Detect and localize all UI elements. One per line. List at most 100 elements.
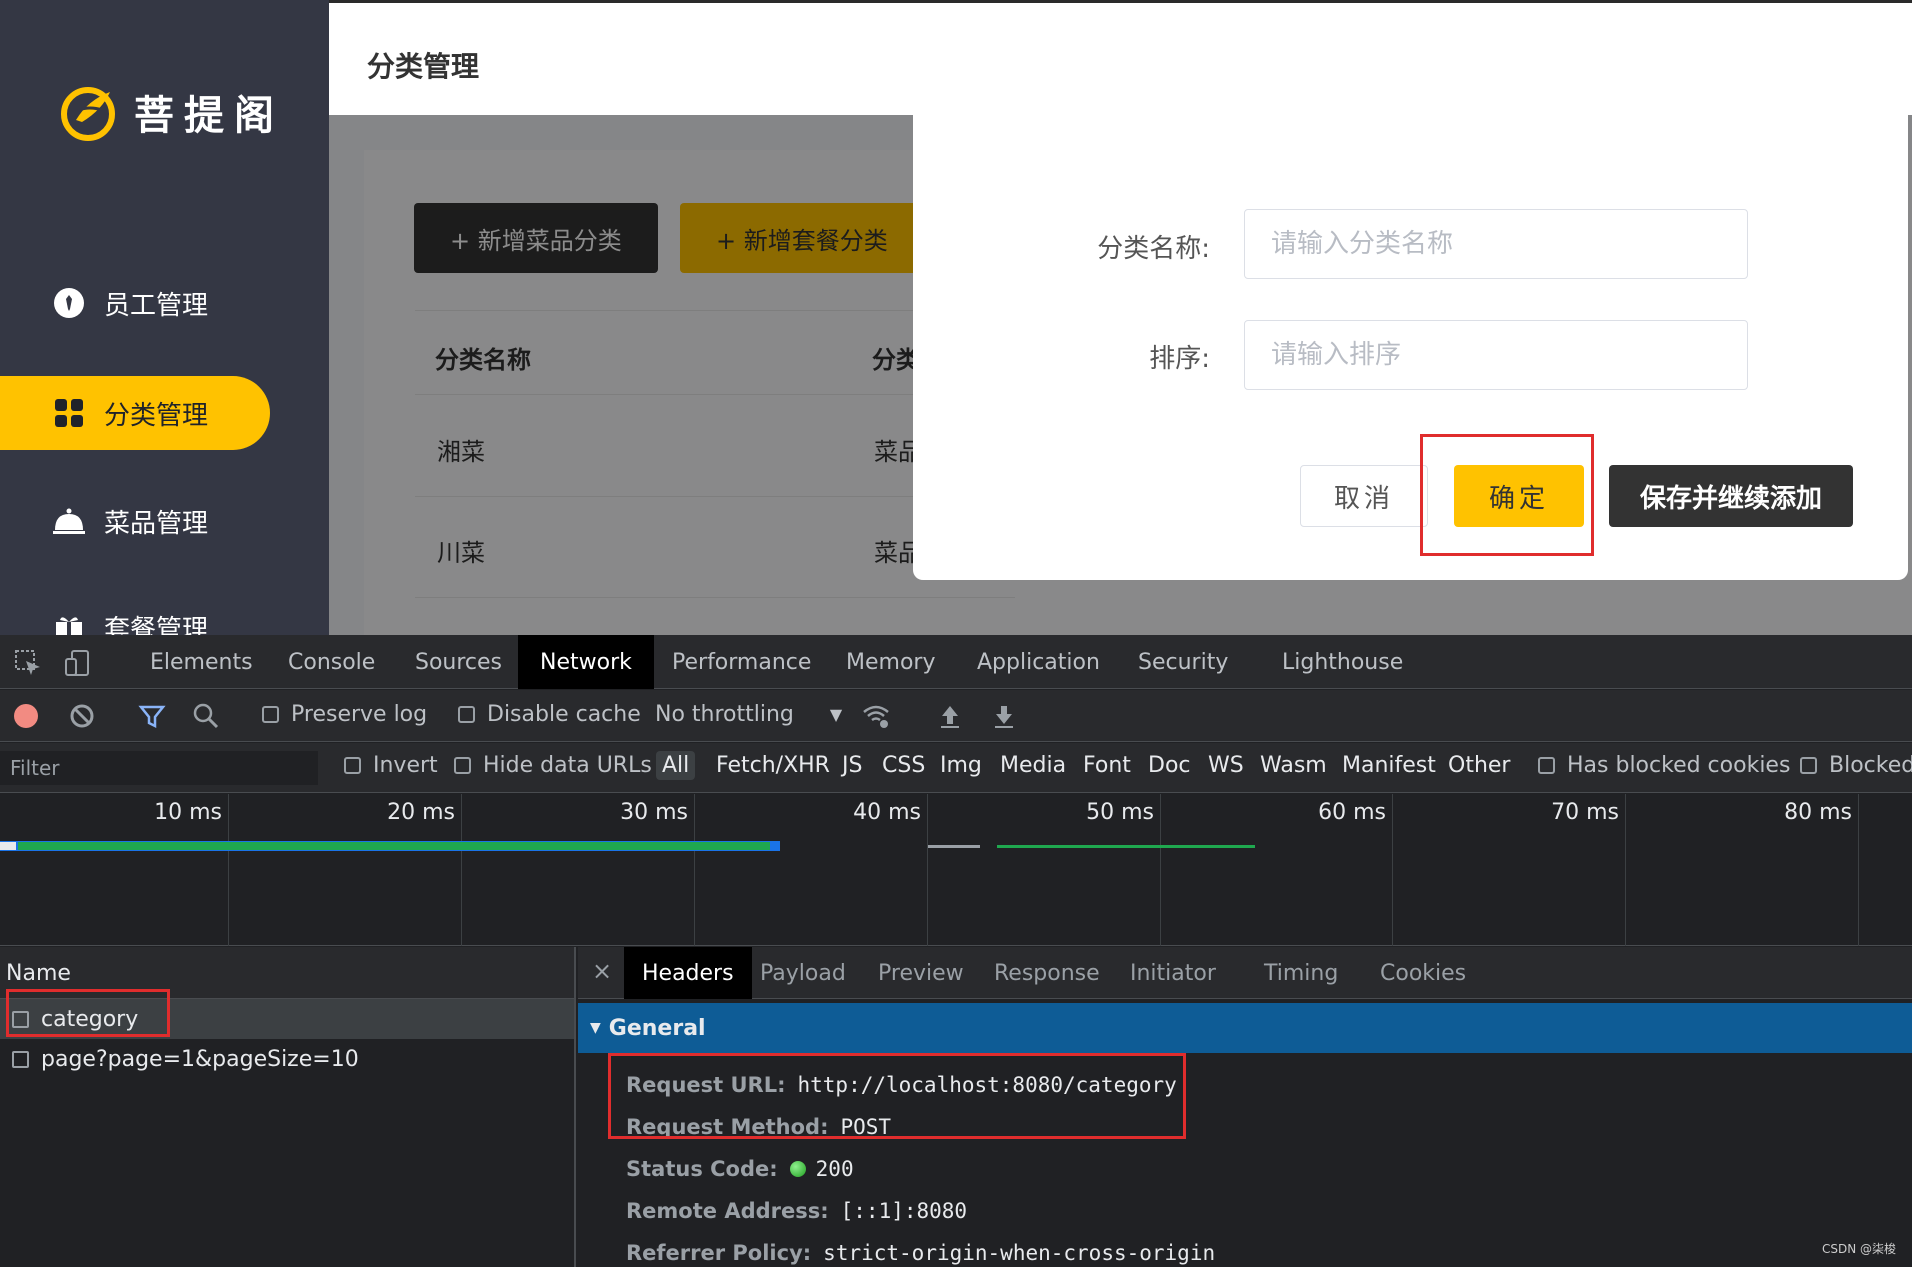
inspect-element-icon[interactable] <box>14 649 42 677</box>
tick-label: 60 ms <box>1318 800 1386 825</box>
tick-line <box>228 794 229 946</box>
filter-type-media[interactable]: Media <box>1000 753 1066 778</box>
search-icon[interactable] <box>192 702 220 730</box>
filter-type-fetch-xhr[interactable]: Fetch/XHR <box>716 753 830 778</box>
record-icon[interactable] <box>12 702 40 730</box>
import-har-icon[interactable] <box>936 702 964 730</box>
header-value: [::1]:8080 <box>840 1199 968 1223</box>
logo-icon <box>61 87 115 141</box>
timeline-bar-request-2-queue <box>928 845 980 848</box>
filter-type-doc[interactable]: Doc <box>1148 753 1191 778</box>
tab-timing[interactable]: Timing <box>1246 947 1356 999</box>
filter-type-img[interactable]: Img <box>940 753 982 778</box>
tab-lighthouse[interactable]: Lighthouse <box>1260 635 1425 689</box>
filter-type-font[interactable]: Font <box>1083 753 1131 778</box>
header-referrer-policy: Referrer Policy: strict-origin-when-cross… <box>626 1241 1215 1265</box>
filter-type-other[interactable]: Other <box>1448 753 1510 778</box>
tab-memory[interactable]: Memory <box>824 635 957 689</box>
tab-preview[interactable]: Preview <box>860 947 982 999</box>
export-har-icon[interactable] <box>990 702 1018 730</box>
network-timeline[interactable]: 10 ms 20 ms 30 ms 40 ms 50 ms 60 ms 70 m… <box>0 794 1912 946</box>
filter-type-wasm[interactable]: Wasm <box>1260 753 1327 778</box>
general-section-title: General <box>608 1015 706 1041</box>
checkbox-icon <box>1800 757 1817 774</box>
tick-label: 30 ms <box>620 800 688 825</box>
tab-application[interactable]: Application <box>955 635 1122 689</box>
tab-cookies[interactable]: Cookies <box>1362 947 1484 999</box>
watermark: CSDN @柒梭 <box>1821 1242 1896 1256</box>
checkbox-icon <box>458 706 475 723</box>
tab-sources[interactable]: Sources <box>393 635 524 689</box>
cancel-button[interactable]: 取消 <box>1300 465 1428 527</box>
tab-response[interactable]: Response <box>976 947 1118 999</box>
disable-cache-checkbox[interactable]: Disable cache <box>458 702 641 727</box>
close-icon[interactable]: × <box>592 957 612 985</box>
page-title: 分类管理 <box>367 50 480 83</box>
header-key: Status Code: <box>626 1157 778 1181</box>
network-conditions-icon[interactable] <box>862 702 890 730</box>
clear-icon[interactable] <box>68 702 96 730</box>
blocked-label: Blocked <box>1829 753 1912 778</box>
detail-tab-bar: × Headers Payload Preview Response Initi… <box>578 947 1912 999</box>
tab-security[interactable]: Security <box>1116 635 1250 689</box>
category-name-input[interactable] <box>1244 209 1748 279</box>
filter-input[interactable] <box>0 751 318 785</box>
sidebar-item-label: 套餐管理 <box>104 614 209 636</box>
tick-label: 70 ms <box>1551 800 1619 825</box>
brand-name: 菩提阁 <box>134 93 284 139</box>
expand-triangle-icon: ▼ <box>590 1020 601 1036</box>
top-header: 分类管理 <box>329 0 1912 115</box>
tab-elements[interactable]: Elements <box>128 635 275 689</box>
annotation-box <box>6 989 170 1037</box>
preserve-log-checkbox[interactable]: Preserve log <box>262 702 427 727</box>
brand-logo: 菩提阁 <box>58 80 284 144</box>
filter-type-manifest[interactable]: Manifest <box>1342 753 1436 778</box>
tick-label: 80 ms <box>1784 800 1852 825</box>
category-name-label: 分类名称: <box>1097 234 1210 264</box>
hide-data-urls-checkbox[interactable]: Hide data URLs <box>454 753 652 778</box>
blocked-checkbox[interactable]: Blocked <box>1800 753 1912 778</box>
sidebar-item-employees[interactable]: 员工管理 <box>0 266 270 340</box>
tab-performance[interactable]: Performance <box>650 635 833 689</box>
tick-label: 20 ms <box>387 800 455 825</box>
throttling-value: No throttling <box>655 702 794 727</box>
filter-type-css[interactable]: CSS <box>882 753 925 778</box>
device-toolbar-icon[interactable] <box>64 649 92 677</box>
gift-icon <box>52 610 86 635</box>
disable-cache-label: Disable cache <box>487 702 641 727</box>
cloche-icon <box>52 504 86 538</box>
filter-icon[interactable] <box>138 702 166 730</box>
general-section-header[interactable]: ▼ General <box>578 1003 1912 1053</box>
name-column-header[interactable]: Name <box>6 961 71 986</box>
sidebar-item-categories[interactable]: 分类管理 <box>0 376 270 450</box>
tab-headers[interactable]: Headers <box>624 947 752 999</box>
annotation-box <box>608 1053 1186 1139</box>
request-row-page[interactable]: page?page=1&pageSize=10 <box>0 1039 574 1079</box>
save-and-continue-button[interactable]: 保存并继续添加 <box>1609 465 1853 527</box>
sidebar-item-sets[interactable]: 套餐管理 <box>0 590 270 635</box>
grid-icon <box>52 396 86 430</box>
filter-type-ws[interactable]: WS <box>1208 753 1244 778</box>
filter-type-js[interactable]: JS <box>842 753 862 778</box>
has-blocked-cookies-label: Has blocked cookies <box>1567 753 1791 778</box>
tab-initiator[interactable]: Initiator <box>1112 947 1234 999</box>
header-remote-address: Remote Address: [::1]:8080 <box>626 1199 967 1223</box>
devtools-tab-bar: Elements Console Sources Network Perform… <box>0 635 1912 689</box>
sidebar-item-label: 分类管理 <box>104 400 209 431</box>
sort-input[interactable] <box>1244 320 1748 390</box>
timeline-bar-request-1-waiting <box>18 842 770 850</box>
hide-data-urls-label: Hide data URLs <box>483 753 652 778</box>
tick-label: 50 ms <box>1086 800 1154 825</box>
tab-console[interactable]: Console <box>266 635 397 689</box>
checkbox-icon <box>1538 757 1555 774</box>
sidebar: 菩提阁 员工管理 分类管理 菜品管理 套餐管理 <box>0 0 329 635</box>
throttling-select[interactable]: No throttling ▼ <box>655 702 842 727</box>
tab-network[interactable]: Network <box>518 635 654 689</box>
tab-payload[interactable]: Payload <box>742 947 864 999</box>
sidebar-item-dishes[interactable]: 菜品管理 <box>0 484 270 558</box>
filter-type-all[interactable]: All <box>656 751 696 780</box>
tick-label: 40 ms <box>853 800 921 825</box>
timeline-bar-request-2 <box>997 845 1255 848</box>
invert-checkbox[interactable]: Invert <box>344 753 438 778</box>
has-blocked-cookies-checkbox[interactable]: Has blocked cookies <box>1538 753 1790 778</box>
